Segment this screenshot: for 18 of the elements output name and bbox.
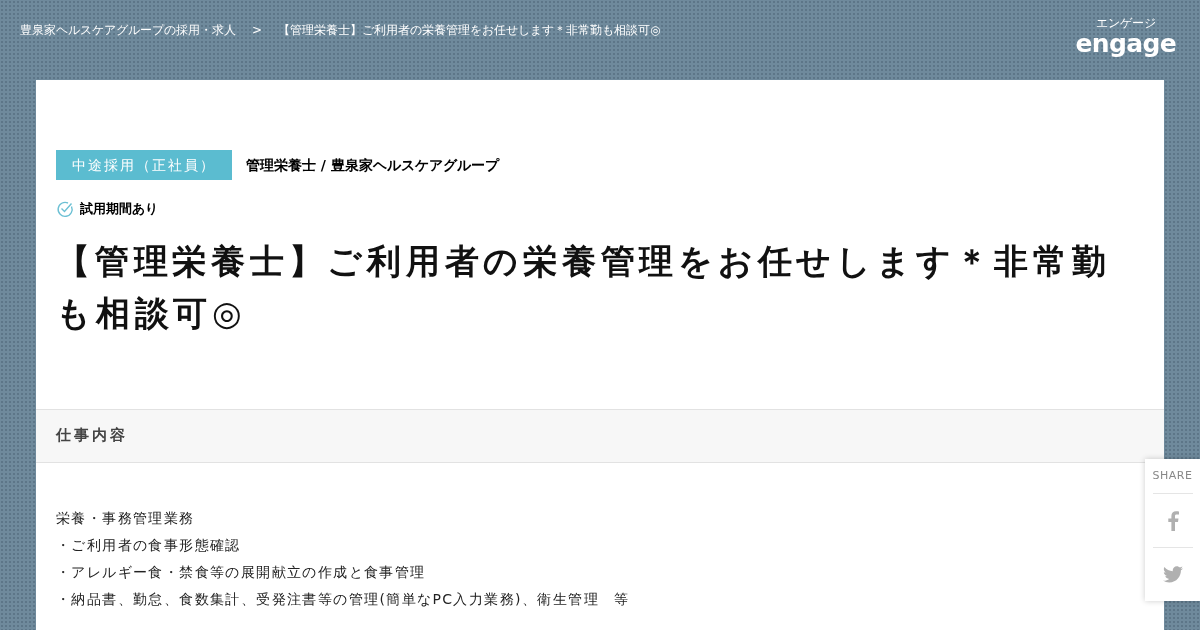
- share-label: SHARE: [1152, 467, 1193, 484]
- bird-icon: [1162, 566, 1183, 583]
- description-line: ・納品書、勤怠、食数集計、受発注書等の管理(簡単なPC入力業務)、衛生管理 等: [56, 589, 631, 609]
- logo[interactable]: engage: [1075, 31, 1176, 56]
- logo-kana: エンゲージ: [1095, 17, 1156, 30]
- description-line: ・ご利用者の食事形態確認: [56, 535, 242, 555]
- section-heading: 仕事内容: [56, 425, 128, 447]
- trial-label: 試用期間あり: [80, 200, 158, 218]
- breadcrumb-item: 【管理栄養士】ご利用者の栄養管理をお任せします＊非常勤も相談可◎: [278, 22, 661, 39]
- job-title: 【管理栄養士】ご利用者の栄養管理をお任せします＊非常勤も相談可◎: [56, 239, 1112, 335]
- description-line: ・アレルギー食・禁食等の展開献立の作成と食事管理: [56, 562, 427, 582]
- description-line: 栄養・事務管理業務: [56, 508, 196, 528]
- breadcrumb-link[interactable]: 豊泉家ヘルスケアグループの採用・求人: [20, 21, 236, 39]
- employment-tag: 中途採用（正社員）: [56, 150, 232, 180]
- company-name: 管理栄養士 / 豊泉家ヘルスケアグループ: [246, 155, 499, 175]
- check-circle-icon: [56, 199, 74, 218]
- chevron-icon: >: [248, 21, 267, 39]
- facebook-icon: [1166, 510, 1179, 531]
